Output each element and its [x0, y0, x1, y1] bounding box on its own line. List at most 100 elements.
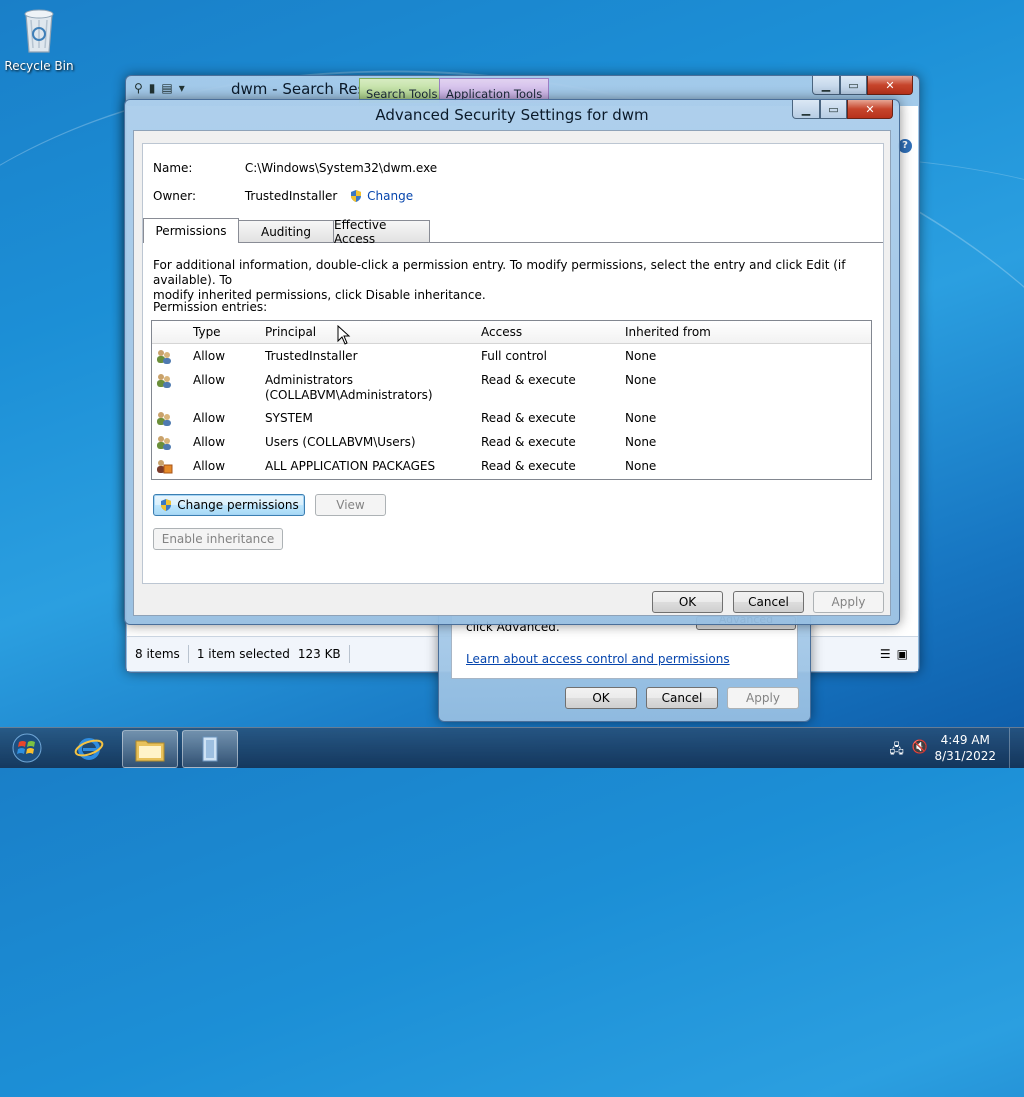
cell-type: Allow — [193, 373, 226, 387]
cell-type: Allow — [193, 459, 226, 473]
cell-principal: Administrators (COLLABVM\Administrators) — [265, 373, 475, 403]
search-icon[interactable]: ⚲ — [134, 81, 143, 95]
user-group-icon — [155, 349, 173, 364]
shield-icon — [351, 190, 362, 202]
cell-access: Read & execute — [481, 411, 576, 425]
name-label: Name: — [153, 161, 193, 175]
properties-apply-button[interactable]: Apply — [727, 687, 799, 709]
large-icons-view-icon[interactable]: ▣ — [895, 647, 918, 661]
user-group-icon — [155, 435, 173, 450]
owner-value: TrustedInstaller — [244, 189, 338, 203]
tab-effective-access[interactable]: Effective Access — [333, 218, 430, 246]
cell-inherited-from: None — [625, 459, 657, 473]
properties-button-row: OK Cancel Apply — [439, 687, 810, 709]
dialog-panel: Name: C:\Windows\System32\dwm.exe Owner:… — [142, 143, 884, 584]
advanced-security-dialog[interactable]: Advanced Security Settings for dwm ▁ ▭ ✕… — [124, 99, 900, 625]
properties-cancel-button[interactable]: Cancel — [646, 687, 718, 709]
view-button[interactable]: View — [315, 494, 386, 516]
properties-ok-button[interactable]: OK — [565, 687, 637, 709]
change-owner-link[interactable]: Change — [349, 189, 413, 203]
dialog-title: Advanced Security Settings for dwm — [375, 106, 649, 124]
owner-row: Owner: TrustedInstaller Change — [153, 189, 413, 203]
cell-access: Full control — [481, 349, 547, 363]
recycle-bin[interactable]: Recycle Bin — [4, 6, 74, 73]
help-icon[interactable]: ? — [898, 139, 912, 153]
cell-inherited-from: None — [625, 349, 657, 363]
cell-principal: Users (COLLABVM\Users) — [265, 435, 416, 449]
cell-access: Read & execute — [481, 459, 576, 473]
volume-muted-icon[interactable]: 🔇 — [912, 740, 928, 762]
cell-type: Allow — [193, 411, 226, 425]
taskbar-windows-explorer[interactable] — [122, 730, 178, 768]
clock-time: 4:49 AM — [940, 733, 990, 747]
dialog-window-controls: ▁ ▭ ✕ — [792, 100, 893, 119]
recycle-bin-label: Recycle Bin — [4, 59, 74, 73]
enable-inheritance-button[interactable]: Enable inheritance — [153, 528, 283, 550]
column-header-type[interactable]: Type — [193, 325, 221, 339]
change-permissions-label: Change permissions — [177, 498, 299, 512]
details-view-icon[interactable]: ☰ — [876, 647, 895, 661]
maximize-button[interactable]: ▭ — [820, 100, 847, 119]
minimize-button[interactable]: ▁ — [812, 76, 840, 95]
system-tray: 🖧 🔇 — [889, 740, 928, 762]
cell-type: Allow — [193, 435, 226, 449]
clock[interactable]: 4:49 AM 8/31/2022 — [934, 732, 996, 764]
properties-icon[interactable]: ▮ — [149, 81, 156, 95]
start-button[interactable] — [4, 730, 50, 766]
permission-entries-list[interactable]: Type Principal Access Inherited from All… — [151, 320, 872, 480]
explorer-title: dwm - Search Res... — [231, 80, 380, 98]
app-packages-icon — [155, 459, 173, 474]
tab-auditing[interactable]: Auditing — [238, 220, 334, 242]
chevron-down-icon[interactable]: ▾ — [179, 81, 185, 95]
status-item-count: 8 items — [135, 647, 180, 661]
column-header-principal[interactable]: Principal — [265, 325, 316, 339]
dialog-client-area: Name: C:\Windows\System32\dwm.exe Owner:… — [133, 130, 891, 616]
taskbar: 🖧 🔇 4:49 AM 8/31/2022 — [0, 727, 1024, 768]
name-row: Name: C:\Windows\System32\dwm.exe — [153, 161, 437, 175]
user-group-icon — [155, 373, 173, 388]
cell-principal: TrustedInstaller — [265, 349, 358, 363]
show-desktop-button[interactable] — [1009, 728, 1024, 768]
change-permissions-button[interactable]: Change permissions — [153, 494, 305, 516]
minimize-button[interactable]: ▁ — [792, 100, 820, 119]
access-control-help-link[interactable]: Learn about access control and permissio… — [466, 652, 730, 666]
recycle-bin-icon — [24, 9, 54, 53]
cell-type: Allow — [193, 349, 226, 363]
status-size: 123 KB — [297, 647, 341, 661]
column-header-access[interactable]: Access — [481, 325, 522, 339]
name-value: C:\Windows\System32\dwm.exe — [244, 161, 438, 175]
cell-access: Read & execute — [481, 435, 576, 449]
user-group-icon — [155, 411, 173, 426]
tab-strip: Permissions Auditing Effective Access — [143, 218, 883, 246]
maximize-button[interactable]: ▭ — [840, 76, 867, 95]
taskbar-properties-window[interactable] — [182, 730, 238, 768]
new-folder-icon[interactable]: ▤ — [161, 81, 172, 95]
close-button[interactable]: ✕ — [847, 100, 893, 119]
divider — [348, 645, 350, 663]
network-icon[interactable]: 🖧 — [889, 740, 904, 762]
cell-inherited-from: None — [625, 373, 657, 387]
shield-icon — [161, 499, 172, 511]
owner-label: Owner: — [153, 189, 197, 203]
cancel-button[interactable]: Cancel — [733, 591, 804, 613]
status-selected: 1 item selected — [196, 647, 290, 661]
instructions-text: For additional information, double-click… — [153, 258, 863, 303]
internet-explorer-icon — [74, 738, 104, 760]
windows-start-icon — [12, 733, 42, 763]
cell-inherited-from: None — [625, 435, 657, 449]
cell-access: Read & execute — [481, 373, 576, 387]
tab-permissions[interactable]: Permissions — [143, 218, 239, 243]
file-properties-icon — [202, 736, 218, 762]
column-header-inherited-from[interactable]: Inherited from — [625, 325, 711, 339]
list-header: Type Principal Access Inherited from — [152, 321, 871, 344]
close-button[interactable]: ✕ — [867, 76, 913, 95]
cell-principal-line: (COLLABVM\Administrators) — [265, 388, 433, 402]
explorer-window-controls: ▁ ▭ ✕ — [812, 76, 913, 95]
taskbar-internet-explorer[interactable] — [62, 730, 116, 766]
cell-principal: ALL APPLICATION PACKAGES — [265, 459, 436, 473]
permission-entries-label: Permission entries: — [153, 300, 268, 314]
apply-button[interactable]: Apply — [813, 591, 884, 613]
ok-button[interactable]: OK — [652, 591, 723, 613]
clock-date: 8/31/2022 — [934, 749, 996, 763]
change-link-text[interactable]: Change — [367, 189, 413, 203]
